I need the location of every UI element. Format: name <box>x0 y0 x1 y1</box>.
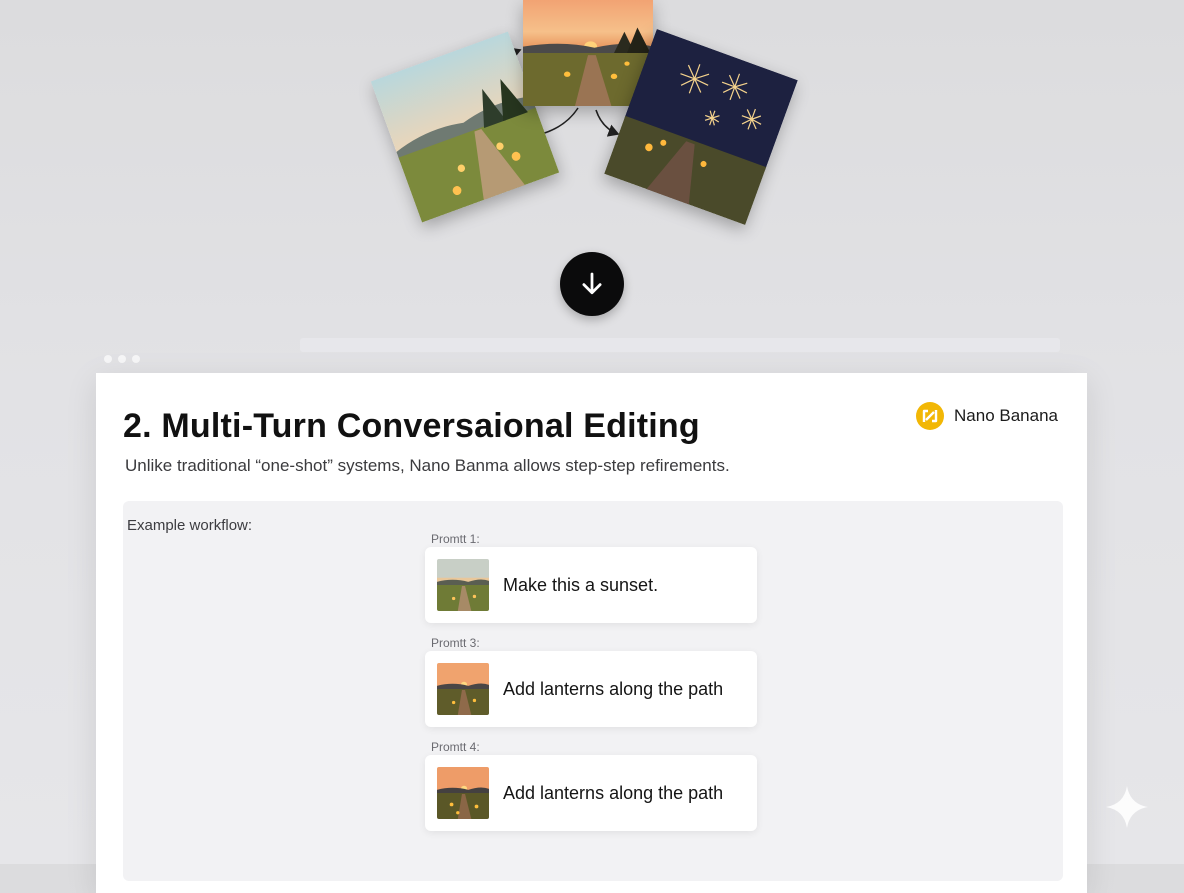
window-controls <box>104 355 140 363</box>
window-dot[interactable] <box>132 355 140 363</box>
content-card: 2. Multi-Turn Conversaional Editing Nano… <box>96 373 1087 893</box>
nano-banana-logo-icon <box>916 402 945 430</box>
sparkle-icon <box>1106 786 1148 828</box>
prompt-card[interactable]: Make this a sunset. <box>425 547 757 623</box>
page-title: 2. Multi-Turn Conversaional Editing <box>123 407 700 445</box>
step-label: Promtt 4: <box>431 740 480 754</box>
window-topbar <box>300 338 1060 352</box>
workflow-panel: Example workflow: Promtt 1: Make this a … <box>123 501 1063 881</box>
workflow-label: Example workflow: <box>127 517 253 534</box>
arrow-down-icon <box>582 272 602 295</box>
prompt-text: Add lanterns along the path <box>503 678 724 699</box>
prompt-text: Make this a sunset. <box>503 574 659 595</box>
hero-illustration <box>0 0 1184 330</box>
page-subtitle: Unlike traditional “one-shot” systems, N… <box>125 456 730 475</box>
window-dot[interactable] <box>118 355 126 363</box>
prompt-text: Add lanterns along the path <box>503 782 724 803</box>
scroll-down-button[interactable] <box>560 252 624 316</box>
prompt-card[interactable]: Add lanterns along the path <box>425 755 757 831</box>
step-thumbnail <box>437 559 489 611</box>
step-label: Promtt 3: <box>431 636 480 650</box>
step-label: Promtt 1: <box>431 532 480 546</box>
window-dot[interactable] <box>104 355 112 363</box>
brand-name: Nano Banana <box>954 406 1058 425</box>
step-thumbnail <box>437 767 489 819</box>
step-thumbnail <box>437 663 489 715</box>
prompt-card[interactable]: Add lanterns along the path <box>425 651 757 727</box>
brand: Nano Banana <box>915 401 1058 431</box>
